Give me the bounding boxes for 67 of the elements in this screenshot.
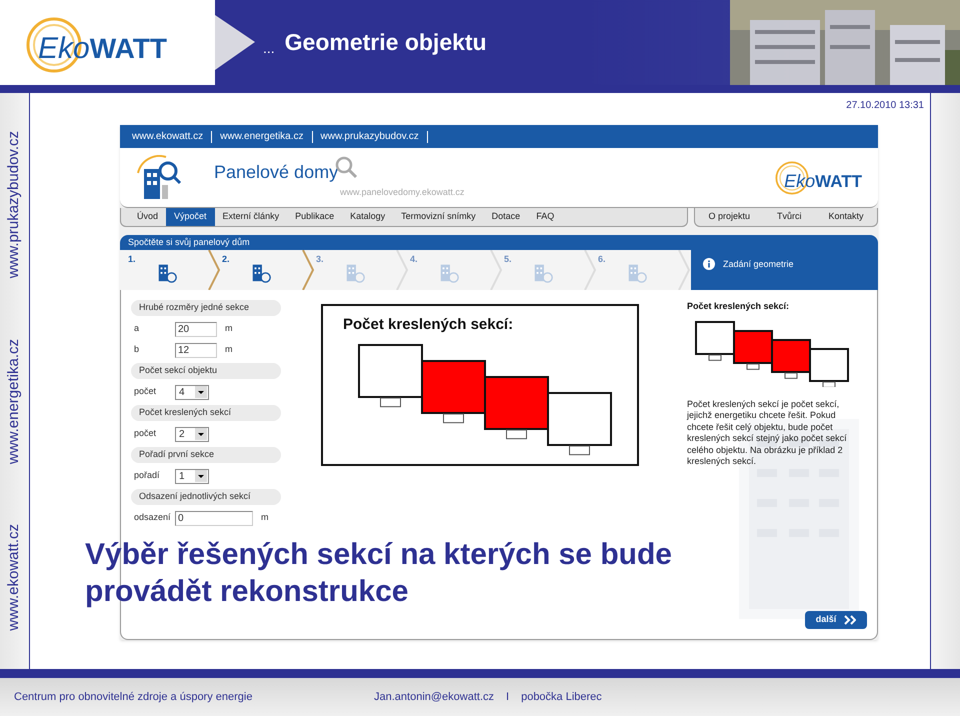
diagram-title: Počet kreslených sekcí: — [343, 315, 514, 335]
help-text: Počet kreslených sekcí je počet sekcí, jejichž energetiku chcete řešit. Pokud chcete řešit celý objektu, bude počet kreslených sekcí stejný jako počet sekcí celého objektu. Na obrázku je příklad 2 kreslených sekcí. — [687, 398, 848, 468]
side-link[interactable]: www.prukazybudov.cz — [3, 131, 26, 278]
field-label: počet — [133, 385, 158, 398]
slide-title: Geometrie objektu — [284, 28, 487, 58]
field-label: a — [133, 322, 140, 336]
dropdown[interactable]: 4 — [175, 384, 209, 400]
separator: I — [506, 690, 510, 705]
field-label: počet — [133, 427, 158, 440]
unit-label: m — [261, 511, 268, 524]
nav-tab[interactable]: Publikace — [287, 208, 342, 226]
title-ellipsis: ... — [263, 39, 275, 58]
side-link[interactable]: www.ekowatt.cz — [3, 524, 26, 631]
side-link[interactable]: www.energetika.cz — [3, 338, 26, 464]
chevron-icon — [678, 250, 690, 290]
dropdown[interactable]: 1 — [175, 468, 209, 484]
chevron-icon — [302, 250, 314, 290]
top-link[interactable]: www.prukazybudov.cz — [316, 129, 423, 144]
nav-link[interactable]: O projektu — [708, 210, 750, 224]
chevron-icon — [396, 250, 408, 290]
field-label: odsazení — [133, 511, 172, 524]
section-label: Počet kreslených sekcí — [131, 405, 281, 421]
email-link[interactable]: Jan.antonin@ekowatt.cz — [374, 688, 494, 706]
input-field[interactable]: 20 — [175, 322, 217, 336]
preview-title: Počet kreslených sekcí: — [687, 300, 790, 313]
nav-link[interactable]: Kontakty — [828, 210, 864, 224]
step-number[interactable]: 2. — [222, 253, 230, 266]
unit-label: m — [225, 322, 232, 336]
chevron-icon — [584, 250, 596, 290]
section-title: Spočtěte si svůj panelový dům — [120, 235, 878, 250]
caret-icon — [195, 470, 207, 482]
info-icon — [703, 258, 715, 270]
step-number[interactable]: 1. — [128, 253, 136, 266]
site-title: Panelové domy — [214, 160, 338, 184]
nav-tab[interactable]: Termovizní snímky — [393, 208, 484, 226]
nav-tab[interactable]: Externí články — [214, 208, 288, 226]
section-label: Hrubé rozměry jedné sekce — [131, 300, 281, 316]
next-button[interactable]: další — [805, 611, 867, 629]
double-chevron-icon — [844, 615, 856, 625]
field-label: pořadí — [133, 469, 161, 482]
chevron-icon — [208, 250, 220, 290]
top-link[interactable]: www.energetika.cz — [216, 129, 308, 144]
field-label: b — [133, 343, 140, 356]
chevron-icon — [490, 250, 502, 290]
nav-tab[interactable]: Úvod — [129, 208, 166, 226]
input-field[interactable]: 12 — [175, 342, 217, 358]
nav-tab[interactable]: Výpočet — [166, 208, 215, 226]
site-url: www.panelovedomy.ekowatt.cz — [340, 186, 464, 199]
dropdown[interactable]: 2 — [175, 426, 209, 442]
nav-link[interactable]: Tvůrci — [776, 210, 802, 224]
caret-icon — [195, 386, 207, 398]
input-field[interactable]: 0 — [175, 510, 253, 526]
top-link[interactable]: www.ekowatt.cz — [128, 129, 208, 144]
section-label: Pořadí první sekce — [131, 447, 281, 463]
nav-tab[interactable]: FAQ — [528, 208, 562, 226]
buildings-logo-icon — [136, 154, 182, 200]
info-label: Zadání geometrie — [723, 258, 794, 271]
footer-text: Centrum pro obnovitelné zdroje a úspory energie — [14, 690, 254, 705]
section-label: Odsazení jednotlivých sekcí — [131, 489, 281, 505]
nav-tab[interactable]: Katalogy — [342, 208, 394, 226]
caret-icon — [195, 428, 207, 440]
date-time: 27.10.2010 13:31 — [846, 99, 924, 113]
branch-label: pobočka Liberec — [521, 690, 602, 705]
section-label: Počet sekcí objektu — [131, 363, 281, 379]
slide-caption: Výběr řešených sekcí na kterých se bude provádět rekonstrukce — [85, 537, 673, 610]
nav-tab[interactable]: Dotace — [484, 208, 528, 226]
unit-label: m — [225, 343, 232, 356]
